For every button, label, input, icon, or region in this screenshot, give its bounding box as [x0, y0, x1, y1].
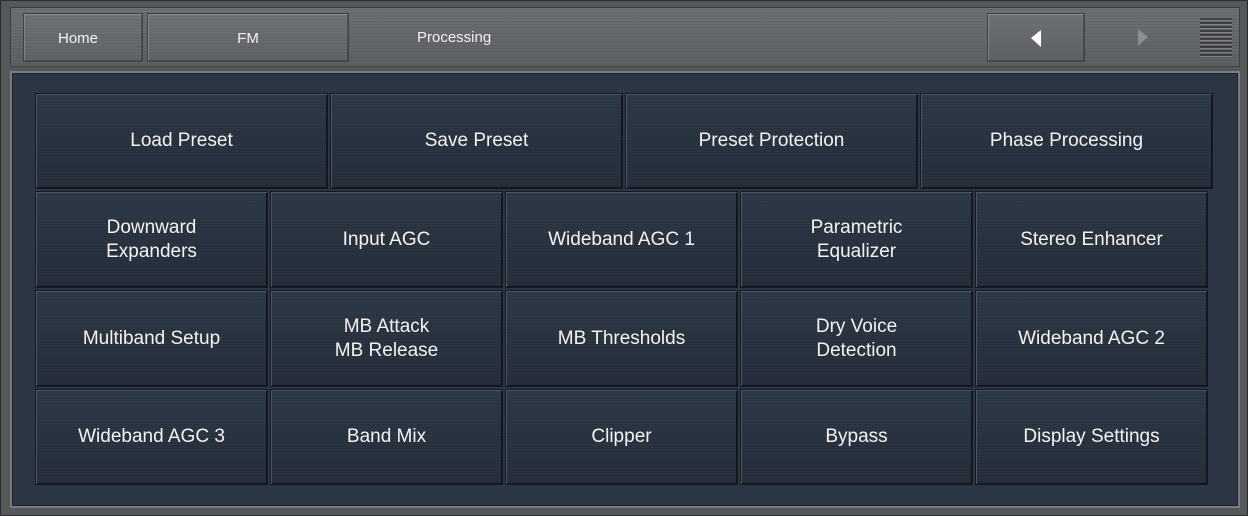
- previous-page-button[interactable]: [987, 13, 1085, 62]
- breadcrumb-home[interactable]: Home: [23, 13, 143, 62]
- downward-expanders-button[interactable]: Downward Expanders: [35, 191, 268, 288]
- top-navigation-bar: Home FM Processing: [10, 7, 1240, 67]
- preset-protection-button[interactable]: Preset Protection: [625, 93, 918, 189]
- chevron-right-icon: [1138, 29, 1148, 46]
- menu-row-3: Multiband Setup MB Attack MB Release MB …: [35, 290, 1210, 387]
- phase-processing-button[interactable]: Phase Processing: [920, 93, 1213, 189]
- input-agc-button[interactable]: Input AGC: [270, 191, 503, 288]
- mb-thresholds-button[interactable]: MB Thresholds: [505, 290, 738, 387]
- menu-row-4: Wideband AGC 3 Band Mix Clipper Bypass D…: [35, 389, 1210, 485]
- multiband-setup-button[interactable]: Multiband Setup: [35, 290, 268, 387]
- chevron-left-icon: [1031, 30, 1041, 47]
- menu-row-1: Load Preset Save Preset Preset Protectio…: [35, 93, 1215, 189]
- mb-attack-release-button[interactable]: MB Attack MB Release: [270, 290, 503, 387]
- next-page-button[interactable]: [1095, 13, 1193, 62]
- band-mix-button[interactable]: Band Mix: [270, 389, 503, 485]
- menu-lines-icon[interactable]: [1199, 16, 1233, 60]
- dry-voice-detection-button[interactable]: Dry Voice Detection: [740, 290, 973, 387]
- wideband-agc-3-button[interactable]: Wideband AGC 3: [35, 389, 268, 485]
- save-preset-button[interactable]: Save Preset: [330, 93, 623, 189]
- display-settings-button[interactable]: Display Settings: [975, 389, 1208, 485]
- bypass-button[interactable]: Bypass: [740, 389, 973, 485]
- app-window: Home FM Processing Load Preset Save Pres…: [0, 0, 1248, 516]
- wideband-agc-2-button[interactable]: Wideband AGC 2: [975, 290, 1208, 387]
- menu-row-2: Downward Expanders Input AGC Wideband AG…: [35, 191, 1210, 288]
- wideband-agc-1-button[interactable]: Wideband AGC 1: [505, 191, 738, 288]
- load-preset-button[interactable]: Load Preset: [35, 93, 328, 189]
- clipper-button[interactable]: Clipper: [505, 389, 738, 485]
- stereo-enhancer-button[interactable]: Stereo Enhancer: [975, 191, 1208, 288]
- breadcrumb-fm[interactable]: FM: [147, 13, 349, 62]
- parametric-equalizer-button[interactable]: Parametric Equalizer: [740, 191, 973, 288]
- breadcrumb-current-page: Processing: [417, 29, 492, 46]
